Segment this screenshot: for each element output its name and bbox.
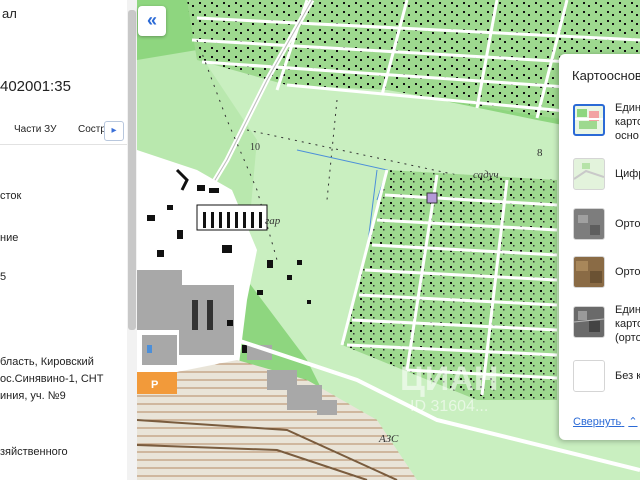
tab-structures[interactable]: Состр [78,124,106,135]
layer-item-no-basemap[interactable]: Без к [559,356,640,400]
layer-label-line: карто [615,318,640,330]
layer-label-line: Цифр [615,168,640,180]
info-row-1: сток [0,190,22,202]
layer-label-line: Един [615,304,640,316]
orthophoto-gray-icon [573,208,605,240]
collapse-link-label: Свернуть [573,416,622,428]
layer-item-orthophoto-gray[interactable]: Орто [559,204,640,248]
panel-scrollbar-thumb[interactable] [128,10,136,330]
chevron-right-icon: ▸ [111,125,117,136]
layer-label-line: Един [615,102,640,114]
layer-item-unified-ortho[interactable]: Един карто (орто [559,298,640,350]
layer-item-unified-map[interactable]: Един карто осно [559,94,640,144]
basemap-layers-panel: Картооснова Един карто осно Цифр Орто Ор… [559,54,640,440]
sadovod-label: садуч [473,169,499,181]
tab-scroll-right-button[interactable]: ▸ [104,121,124,141]
layer-label-line: Орто [615,266,640,278]
digital-map-icon [573,158,605,190]
cadastral-number: 402001:35 [0,78,71,95]
no-basemap-icon [573,360,605,392]
layer-label-line: (орто [615,332,640,344]
tab-parcel-parts[interactable]: Части ЗУ [14,124,56,135]
selected-parcel-marker [426,192,438,204]
double-chevron-left-icon: « [146,10,157,30]
garage-label: гар [265,215,281,227]
collapse-layers-link[interactable]: Свернуть ⌃ [573,415,638,428]
layer-label-line: карто [615,116,640,128]
layers-panel-title: Картооснова [572,68,640,83]
collapse-panel-button[interactable]: « [138,6,166,36]
parcel-info-panel: ал 402001:35 Части ЗУ Состр ▸ сток ние 5… [0,0,128,480]
purpose-line: зяйственного [0,446,68,458]
map-scheme-icon [573,104,605,136]
gas-station-label: АЗС [378,433,399,445]
layer-item-orthophoto-color[interactable]: Орто [559,252,640,296]
orthophoto-color-icon [573,256,605,288]
chevron-up-icon: ⌃ [628,416,638,428]
layer-label-line: Без к [615,370,640,382]
address-line-3: иния, уч. №9 [0,390,66,402]
panel-heading: ал [2,6,17,21]
quarter-number-10: 10 [250,142,260,153]
address-line-2: ос.Синявино-1, СНТ [0,373,104,385]
watermark-logo: ЦИАН [400,360,499,398]
layer-label-line: осно [615,130,639,142]
layer-item-digital-map[interactable]: Цифр [559,154,640,198]
address-line-1: бласть, Кировский [0,356,94,368]
quarter-number-8: 8 [537,147,543,159]
info-row-2: ние [0,232,19,244]
info-row-3: 5 [0,271,7,283]
layer-label-line: Орто [615,218,640,230]
orthophoto-satellite-icon [573,306,605,338]
watermark-id: ID 31604... [410,398,489,415]
parking-label: P [151,379,158,391]
